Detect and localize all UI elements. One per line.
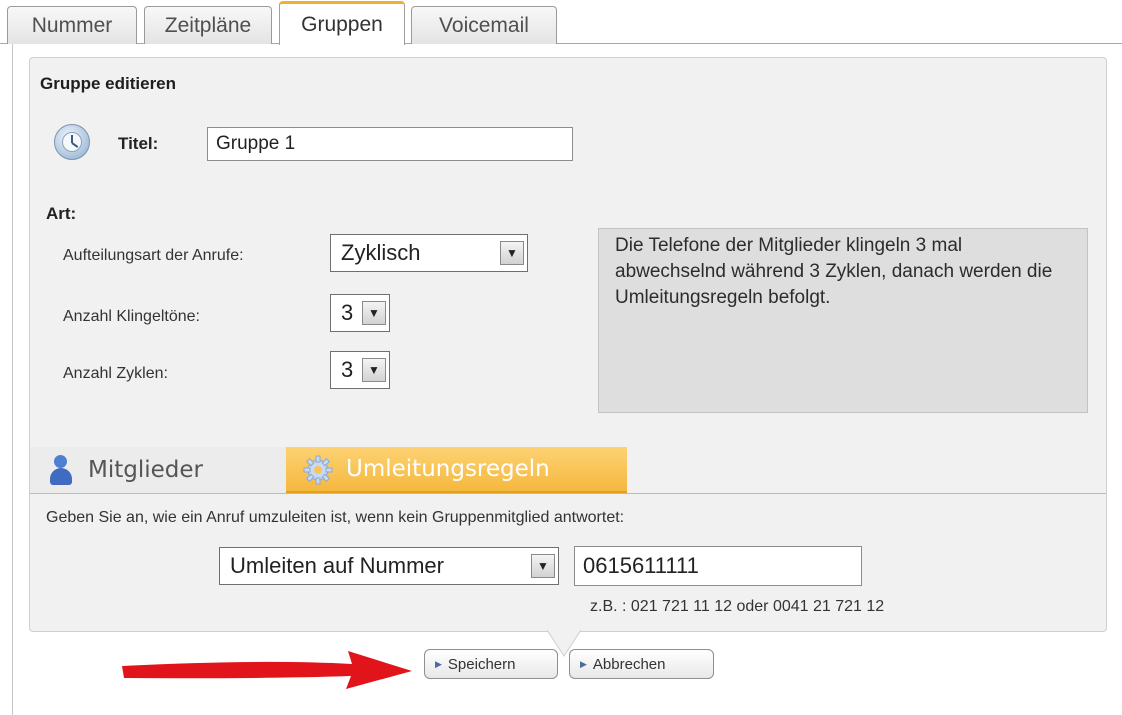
- tab-gruppen[interactable]: Gruppen: [279, 1, 405, 45]
- tab-nummer[interactable]: Nummer: [7, 6, 137, 44]
- cancel-button-label: Abbrechen: [592, 655, 666, 673]
- subtab-mitglieder[interactable]: Mitglieder: [30, 447, 286, 493]
- save-button[interactable]: ▶ Speichern: [424, 649, 558, 679]
- chevron-down-icon[interactable]: ▼: [500, 241, 524, 265]
- zyklen-value: 3: [341, 357, 354, 382]
- umleitung-number-input[interactable]: [574, 546, 862, 586]
- zyklen-select[interactable]: 3 ▼: [330, 351, 390, 389]
- panel-title: Gruppe editieren: [40, 74, 177, 93]
- chevron-down-icon[interactable]: ▼: [362, 358, 386, 382]
- tab-voicemail[interactable]: Voicemail: [411, 6, 557, 44]
- zyklen-label: Anzahl Zyklen:: [63, 365, 168, 382]
- clock-icon: [54, 124, 90, 160]
- info-box: Die Telefone der Mitglieder klingeln 3 m…: [598, 228, 1088, 413]
- chevron-down-icon[interactable]: ▼: [531, 554, 555, 578]
- subtab-divider: [30, 493, 1106, 494]
- chevron-down-icon[interactable]: ▼: [362, 301, 386, 325]
- person-icon: [48, 455, 74, 485]
- tab-zeitplaene[interactable]: Zeitpläne: [144, 6, 272, 44]
- play-icon: ▶: [435, 658, 442, 669]
- art-label: Art:: [46, 204, 77, 223]
- aufteilung-value: Zyklisch: [341, 240, 421, 265]
- number-example-hint: z.B. : 021 721 11 12 oder 0041 21 721 12: [590, 598, 885, 615]
- save-button-label: Speichern: [447, 655, 516, 673]
- subtab-umleitungsregeln[interactable]: Umleitungsregeln: [286, 447, 627, 493]
- aufteilung-label: Aufteilungsart der Anrufe:: [63, 247, 244, 264]
- aufteilung-select[interactable]: Zyklisch ▼: [330, 234, 528, 272]
- red-arrow-annotation: [122, 651, 412, 689]
- umleitung-description: Geben Sie an, wie ein Anruf umzuleiten i…: [46, 509, 625, 526]
- play-icon: ▶: [580, 658, 587, 669]
- subtab-mitglieder-label: Mitglieder: [88, 457, 203, 483]
- titel-label: Titel:: [118, 134, 159, 153]
- klingeltoene-value: 3: [341, 300, 354, 325]
- top-tab-bar: Nummer Zeitpläne Gruppen Voicemail: [0, 0, 1122, 45]
- klingeltoene-select[interactable]: 3 ▼: [330, 294, 390, 332]
- titel-input[interactable]: [207, 127, 573, 161]
- umleitung-mode-select[interactable]: Umleiten auf Nummer ▼: [219, 547, 559, 585]
- gear-icon: [303, 455, 333, 485]
- umleitung-mode-value: Umleiten auf Nummer: [230, 553, 444, 578]
- edit-group-panel: Gruppe editieren Titel: Art: Aufteilungs…: [29, 57, 1107, 632]
- cancel-button[interactable]: ▶ Abbrechen: [569, 649, 714, 679]
- frame-border: [12, 44, 13, 715]
- subtab-bar: Mitglieder Umleitungsregeln: [30, 447, 1106, 493]
- subtab-umleitungsregeln-label: Umleitungsregeln: [346, 456, 550, 482]
- klingeltoene-label: Anzahl Klingeltöne:: [63, 308, 200, 325]
- title-row: Titel:: [54, 124, 574, 164]
